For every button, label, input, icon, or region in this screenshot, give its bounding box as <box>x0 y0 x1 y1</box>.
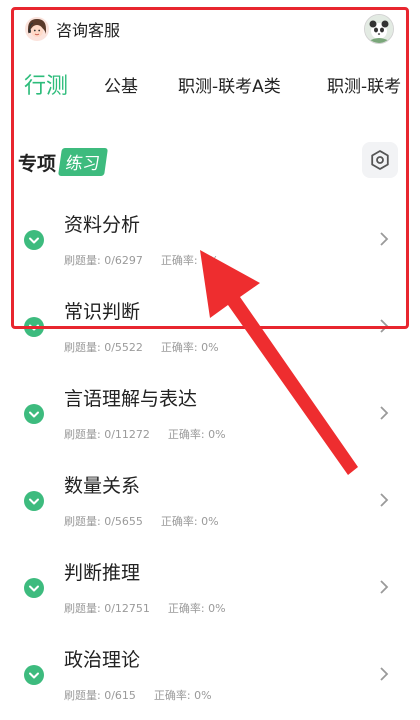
list-item[interactable]: 判断推理 刷题量: 0/12751 正确率: 0% <box>0 540 420 627</box>
question-count: 刷题量: 0/12751 <box>64 602 150 615</box>
list-item[interactable]: 资料分析 刷题量: 0/6297 正确率: 0% <box>0 192 420 279</box>
top-bar: 咨询客服 <box>0 0 420 56</box>
section-badge: 练习 <box>58 148 108 176</box>
category-stats: 刷题量: 0/11272 正确率: 0% <box>64 426 226 442</box>
list-item[interactable]: 常识判断 刷题量: 0/5522 正确率: 0% <box>0 279 420 366</box>
category-stats: 刷题量: 0/12751 正确率: 0% <box>64 600 226 616</box>
customer-service-icon <box>25 17 49 41</box>
customer-service-label: 咨询客服 <box>56 21 121 40</box>
category-title: 政治理论 <box>64 649 141 671</box>
category-stats: 刷题量: 0/5522 正确率: 0% <box>64 339 219 355</box>
exam-type-tabs: 行测 公基 职测-联考A类 职测-联考 <box>0 58 420 114</box>
question-count: 刷题量: 0/5522 <box>64 341 143 354</box>
chevron-right-icon <box>380 406 389 420</box>
accuracy-rate: 正确率: 0% <box>153 689 212 702</box>
settings-button[interactable] <box>362 142 398 178</box>
category-stats: 刷题量: 0/5655 正确率: 0% <box>64 513 219 529</box>
question-count: 刷题量: 0/615 <box>64 689 136 702</box>
accuracy-rate: 正确率: 0% <box>160 341 219 354</box>
question-count: 刷题量: 0/5655 <box>64 515 143 528</box>
section-header: 专项 练习 <box>18 142 108 182</box>
category-title: 资料分析 <box>64 214 141 236</box>
accuracy-rate: 正确率: 0% <box>167 428 226 441</box>
category-title: 数量关系 <box>64 475 141 497</box>
list-item[interactable]: 言语理解与表达 刷题量: 0/11272 正确率: 0% <box>0 366 420 453</box>
section-title: 专项 <box>18 152 57 175</box>
tab-zhice-partial[interactable]: 职测-联考 <box>327 72 401 97</box>
tab-zhice-a[interactable]: 职测-联考A类 <box>178 72 281 97</box>
check-circle-icon <box>24 578 44 598</box>
check-circle-icon <box>24 491 44 511</box>
category-list: 资料分析 刷题量: 0/6297 正确率: 0% 常识判断 刷题量: 0/5522… <box>0 192 420 714</box>
category-title: 常识判断 <box>64 301 141 323</box>
category-stats: 刷题量: 0/6297 正确率: 0% <box>64 252 219 268</box>
question-count: 刷题量: 0/6297 <box>64 254 143 267</box>
accuracy-rate: 正确率: 0% <box>160 515 219 528</box>
chevron-right-icon <box>380 232 389 246</box>
tab-gongji[interactable]: 公基 <box>104 72 138 97</box>
category-stats: 刷题量: 0/615 正确率: 0% <box>64 687 212 703</box>
chevron-right-icon <box>380 580 389 594</box>
settings-icon <box>371 150 389 170</box>
list-item[interactable]: 政治理论 刷题量: 0/615 正确率: 0% <box>0 627 420 714</box>
question-count: 刷题量: 0/11272 <box>64 428 150 441</box>
app-screen: 咨询客服 行测 公基 职测-联考A类 职测-联考 专项 练习 资料分析 刷题量:… <box>0 0 420 720</box>
list-item[interactable]: 数量关系 刷题量: 0/5655 正确率: 0% <box>0 453 420 540</box>
check-circle-icon <box>24 317 44 337</box>
accuracy-rate: 正确率: 0% <box>160 254 219 267</box>
tab-xingce[interactable]: 行测 <box>24 68 68 100</box>
accuracy-rate: 正确率: 0% <box>167 602 226 615</box>
user-avatar-icon <box>365 15 393 43</box>
check-circle-icon <box>24 230 44 250</box>
user-avatar[interactable] <box>364 14 394 44</box>
check-circle-icon <box>24 665 44 685</box>
chevron-right-icon <box>380 667 389 681</box>
check-circle-icon <box>24 404 44 424</box>
customer-service-button[interactable]: 咨询客服 <box>24 14 120 44</box>
chevron-right-icon <box>380 319 389 333</box>
chevron-right-icon <box>380 493 389 507</box>
category-title: 判断推理 <box>64 562 141 584</box>
category-title: 言语理解与表达 <box>64 388 198 410</box>
